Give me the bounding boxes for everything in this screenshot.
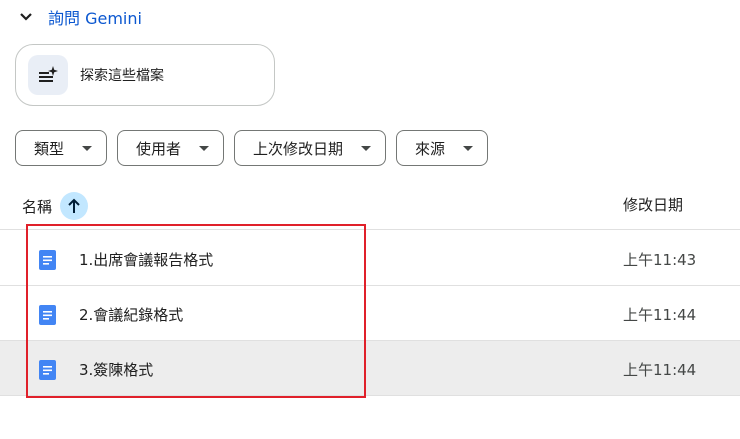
file-name: 1.出席會議報告格式: [79, 251, 214, 269]
chevron-down-icon: [16, 7, 36, 27]
explore-files-button[interactable]: 探索這些檔案: [15, 44, 275, 106]
name-column-header[interactable]: 名稱: [22, 192, 89, 220]
google-docs-icon: [39, 305, 56, 325]
filter-source-label: 來源: [415, 139, 446, 158]
file-modified: 上午11:44: [623, 361, 697, 379]
ask-gemini-label: 詢問 Gemini: [48, 9, 142, 28]
google-docs-icon: [39, 360, 56, 380]
ask-gemini-toggle[interactable]: 詢問 Gemini: [16, 4, 142, 30]
arrow-up-icon[interactable]: [60, 192, 89, 220]
filter-people-chip[interactable]: 使用者: [117, 130, 225, 166]
dropdown-caret-icon: [82, 145, 93, 151]
filter-people-label: 使用者: [136, 139, 182, 158]
filter-modified-chip[interactable]: 上次修改日期: [234, 130, 387, 166]
name-header-label: 名稱: [22, 197, 53, 216]
filter-source-chip[interactable]: 來源: [396, 130, 489, 166]
filter-bar: 類型 使用者 上次修改日期 來源: [15, 130, 489, 166]
dropdown-caret-icon: [199, 145, 210, 151]
header-divider: [0, 229, 740, 230]
file-modified: 上午11:44: [623, 306, 697, 324]
file-modified: 上午11:43: [623, 251, 697, 269]
explore-files-label: 探索這些檔案: [80, 68, 164, 84]
sparkle-list-icon: [28, 55, 68, 95]
file-list-header: 名稱 修改日期: [0, 186, 740, 230]
google-docs-icon: [39, 250, 56, 270]
file-name: 3.簽陳格式: [79, 361, 154, 379]
file-row[interactable]: 2.會議紀錄格式 上午11:44: [0, 286, 740, 341]
filter-type-chip[interactable]: 類型: [15, 130, 108, 166]
filter-modified-label: 上次修改日期: [253, 139, 344, 158]
dropdown-caret-icon: [463, 145, 474, 151]
file-row[interactable]: 1.出席會議報告格式 上午11:43: [0, 231, 740, 286]
filter-type-label: 類型: [34, 139, 65, 158]
modified-column-header[interactable]: 修改日期: [623, 194, 683, 215]
file-row-selected[interactable]: 3.簽陳格式 上午11:44: [0, 341, 740, 396]
dropdown-caret-icon: [361, 145, 372, 151]
file-name: 2.會議紀錄格式: [79, 306, 184, 324]
